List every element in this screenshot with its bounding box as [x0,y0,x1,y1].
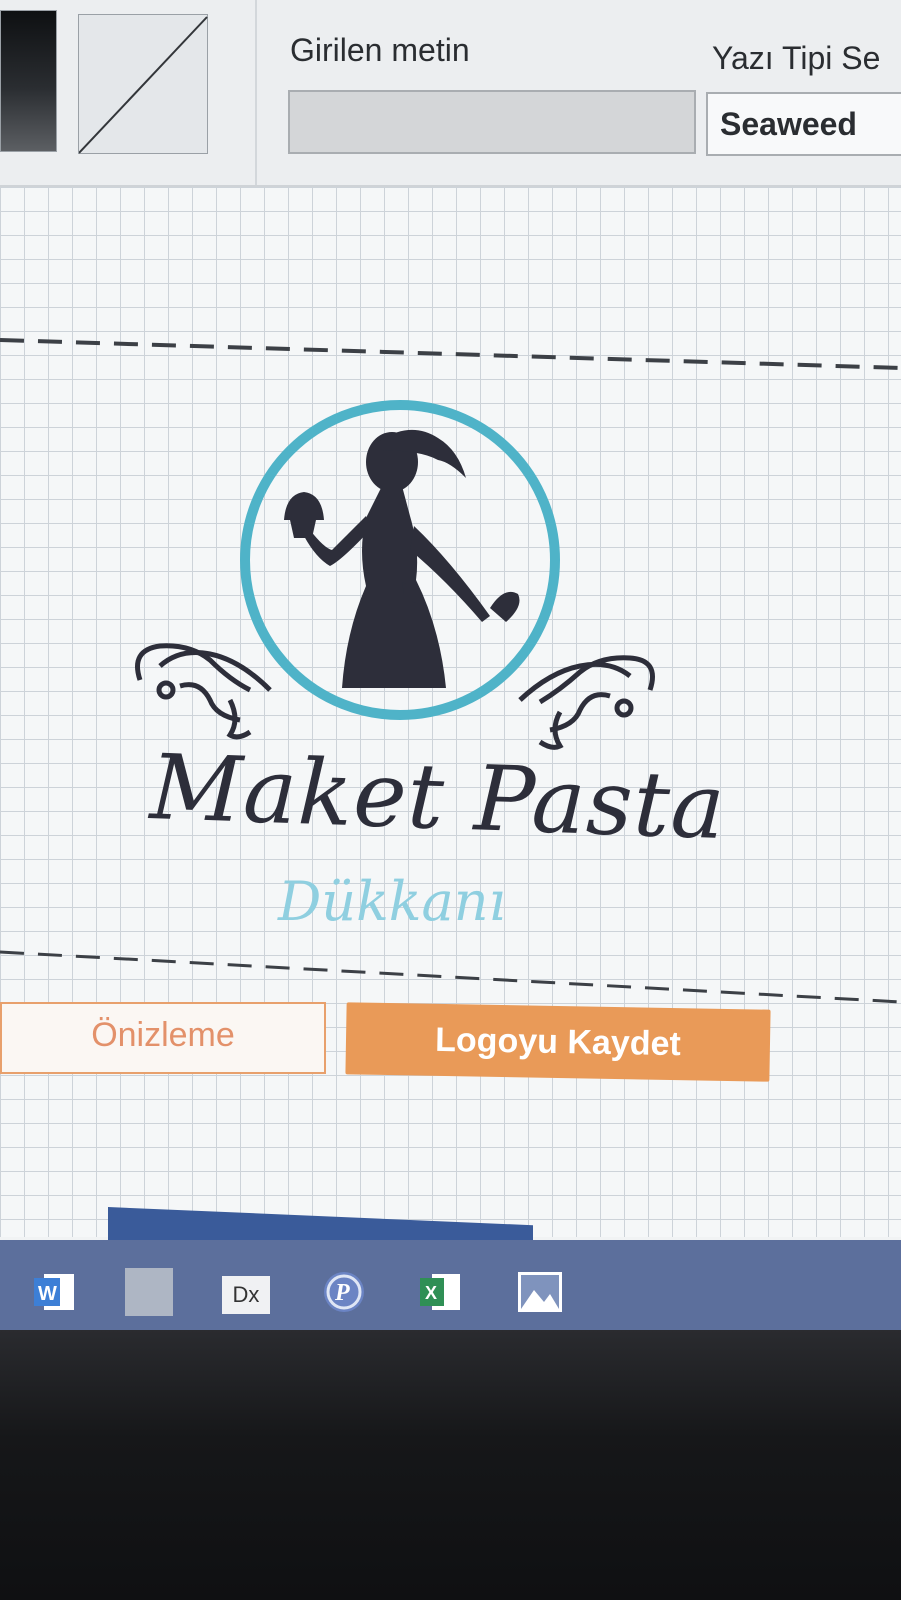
right-flourish-icon [518,655,655,750]
toolbar: Girilen metin Yazı Tipi Se Seaweed [0,0,901,187]
no-color-swatch[interactable] [78,14,208,154]
app-screen: Girilen metin Yazı Tipi Se Seaweed Maket… [0,0,901,1330]
svg-text:X: X [425,1283,437,1303]
entered-text-input[interactable] [288,90,696,154]
baker-silhouette-icon [284,429,520,688]
word-icon[interactable]: W [32,1268,80,1316]
no-color-icon [79,16,208,154]
photos-icon[interactable] [516,1268,564,1316]
logo-title: Maket Pasta [148,734,728,861]
preview-button[interactable]: Önizleme [0,1002,326,1074]
font-select[interactable]: Seaweed [706,92,901,156]
font-select-label: Yazı Tipi Se [712,40,881,76]
blank-app-icon[interactable] [125,1268,173,1316]
excel-icon[interactable]: X [418,1268,466,1316]
top-guide-line [0,338,901,370]
logo-emblem[interactable] [120,390,680,760]
left-flourish-icon [135,643,272,740]
fill-color-swatch[interactable] [0,10,57,152]
p-icon[interactable]: P [320,1268,368,1316]
save-logo-button[interactable]: Logoyu Kaydet [345,1002,771,1082]
monitor-bezel [0,1330,901,1600]
logo-subtitle: Dükkanı [278,870,506,933]
svg-text:W: W [38,1283,57,1305]
toolbar-divider [255,0,257,185]
dx-icon[interactable]: Dx [222,1276,270,1314]
svg-text:P: P [334,1280,350,1306]
entered-text-label: Girilen metin [290,32,470,68]
